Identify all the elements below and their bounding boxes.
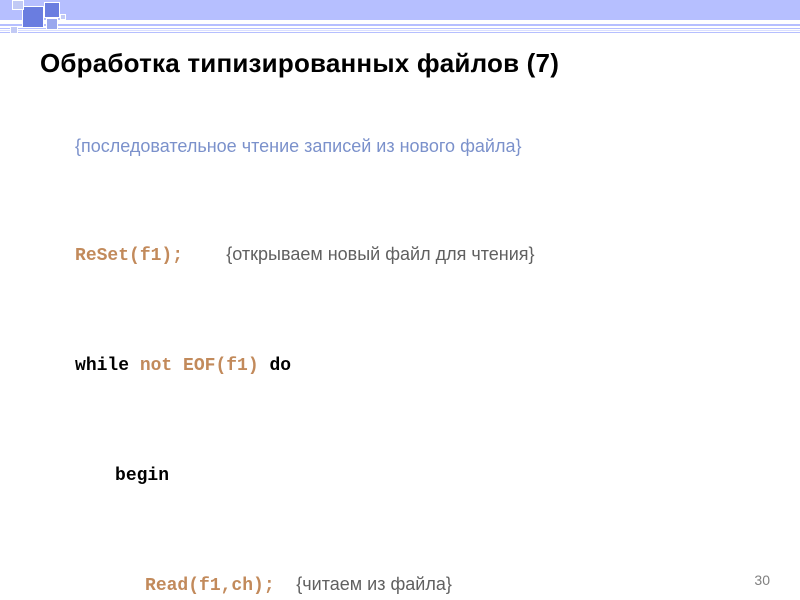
- decorative-square-icon: [12, 0, 24, 10]
- code-keyword-reset: ReSet(f1);: [75, 246, 183, 266]
- code-block: {последовательное чтение записей из ново…: [25, 92, 765, 600]
- slide-title: Обработка типизированных файлов (7): [40, 48, 559, 79]
- code-token: do: [259, 356, 291, 376]
- code-comment: {последовательное чтение записей из ново…: [75, 136, 521, 156]
- code-comment: {открываем новый файл для чтения}: [226, 244, 534, 264]
- code-token: [172, 356, 183, 376]
- code-keyword-read: Read(f1,ch);: [145, 576, 275, 596]
- code-keyword-not: not: [140, 356, 172, 376]
- decorative-square-icon: [22, 6, 44, 28]
- code-comment: {читаем из файла}: [296, 574, 452, 594]
- page-number: 30: [754, 572, 770, 588]
- decorative-square-icon: [60, 14, 66, 20]
- decorative-square-icon: [44, 2, 60, 18]
- decorative-square-icon: [10, 26, 18, 34]
- code-keyword-eof: EOF(f1): [183, 356, 259, 376]
- code-token: while: [75, 356, 140, 376]
- decorative-top-band: [0, 0, 800, 40]
- decorative-square-icon: [46, 18, 58, 30]
- code-token: begin: [115, 466, 169, 486]
